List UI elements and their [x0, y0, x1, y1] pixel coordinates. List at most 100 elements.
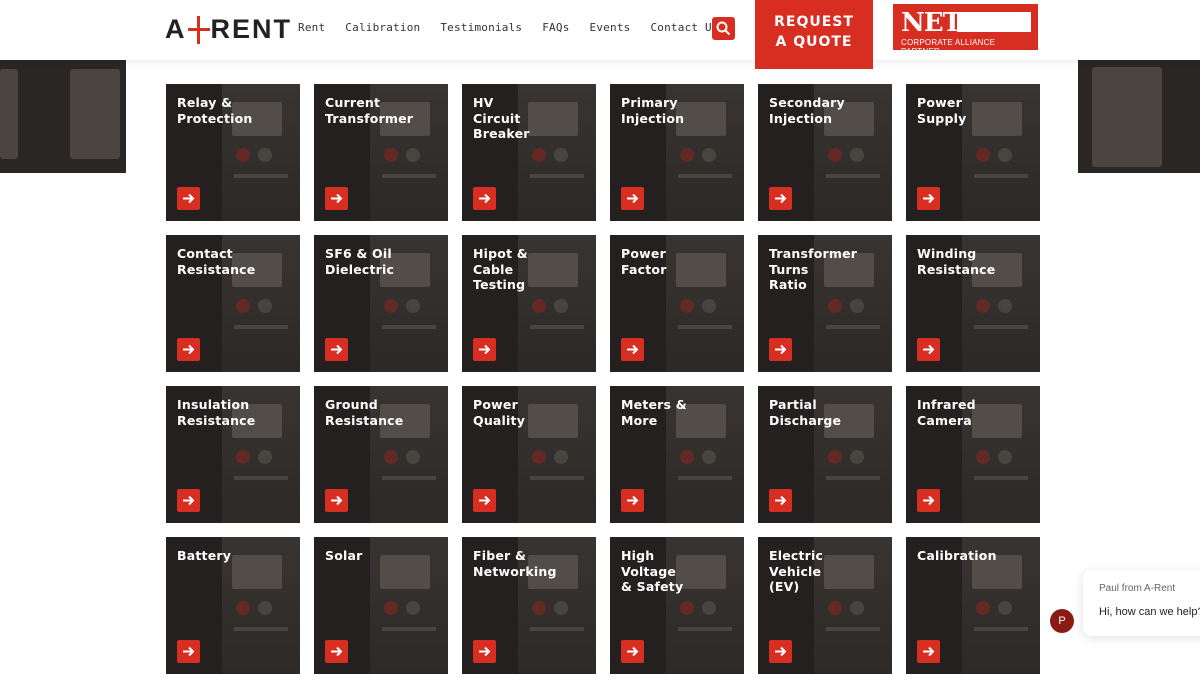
- category-tile[interactable]: SF6 & Oil Dielectric: [314, 235, 448, 372]
- neta-partner-badge[interactable]: NETA CORPORATE ALLIANCE PARTNER: [893, 4, 1038, 56]
- category-title: Primary Injection: [621, 95, 685, 126]
- category-title: Ground Resistance: [325, 397, 404, 428]
- arrow-right-icon: [775, 344, 787, 355]
- category-tile[interactable]: High Voltage & Safety: [610, 537, 744, 674]
- nav-events[interactable]: Events: [590, 21, 631, 34]
- equipment-panel: [0, 69, 18, 159]
- arrow-right-button[interactable]: [177, 640, 200, 663]
- equipment-category-grid: Relay & Protection Current Transformer HV …: [166, 84, 1040, 674]
- category-tile[interactable]: Infrared Camera: [906, 386, 1040, 523]
- category-tile[interactable]: Primary Injection: [610, 84, 744, 221]
- arrow-right-icon: [479, 193, 491, 204]
- nav-faqs[interactable]: FAQs: [542, 21, 569, 34]
- category-tile[interactable]: HV Circuit Breaker: [462, 84, 596, 221]
- category-title: Calibration: [917, 548, 997, 563]
- category-tile[interactable]: Insulation Resistance: [166, 386, 300, 523]
- category-tile[interactable]: Calibration: [906, 537, 1040, 674]
- arrow-right-button[interactable]: [917, 187, 940, 210]
- category-title: Hipot & Cable Testing: [473, 246, 528, 292]
- chat-message: Hi, how can we help?: [1099, 606, 1200, 618]
- category-tile[interactable]: Current Transformer: [314, 84, 448, 221]
- arrow-right-icon: [923, 646, 935, 657]
- arrow-right-button[interactable]: [917, 338, 940, 361]
- arrow-right-button[interactable]: [473, 187, 496, 210]
- arrow-right-icon: [331, 344, 343, 355]
- arrow-right-button[interactable]: [325, 489, 348, 512]
- arrow-right-button[interactable]: [473, 338, 496, 361]
- category-title: Power Supply: [917, 95, 967, 126]
- category-tile[interactable]: Partial Discharge: [758, 386, 892, 523]
- category-tile[interactable]: Fiber & Networking: [462, 537, 596, 674]
- nav-contact-us[interactable]: Contact Us: [650, 21, 718, 34]
- arrow-right-button[interactable]: [177, 489, 200, 512]
- category-title: Power Factor: [621, 246, 667, 277]
- arrow-right-button[interactable]: [621, 338, 644, 361]
- category-tile[interactable]: Winding Resistance: [906, 235, 1040, 372]
- category-title: Relay & Protection: [177, 95, 253, 126]
- request-quote-button[interactable]: REQUEST A QUOTE: [755, 0, 873, 69]
- category-title: Battery: [177, 548, 232, 563]
- category-title: Solar: [325, 548, 363, 563]
- chat-bubble[interactable]: Paul from A-Rent Hi, how can we help?: [1083, 570, 1200, 636]
- category-tile[interactable]: Secondary Injection: [758, 84, 892, 221]
- category-tile[interactable]: Contact Resistance: [166, 235, 300, 372]
- category-tile[interactable]: Hipot & Cable Testing: [462, 235, 596, 372]
- arrow-right-icon: [479, 344, 491, 355]
- category-tile[interactable]: Power Factor: [610, 235, 744, 372]
- category-title: Meters & More: [621, 397, 687, 428]
- arrow-right-button[interactable]: [177, 338, 200, 361]
- arrow-right-button[interactable]: [177, 187, 200, 210]
- nav-testimonials[interactable]: Testimonials: [440, 21, 522, 34]
- category-title: Insulation Resistance: [177, 397, 256, 428]
- category-title: Electric Vehicle (EV): [769, 548, 824, 594]
- arrow-right-button[interactable]: [621, 489, 644, 512]
- arrow-right-icon: [923, 193, 935, 204]
- category-tile[interactable]: Relay & Protection: [166, 84, 300, 221]
- arrow-right-icon: [479, 495, 491, 506]
- category-tile[interactable]: Battery: [166, 537, 300, 674]
- arrow-right-icon: [331, 193, 343, 204]
- category-tile[interactable]: Power Supply: [906, 84, 1040, 221]
- arrow-right-icon: [479, 646, 491, 657]
- arrow-right-icon: [183, 344, 195, 355]
- category-title: Contact Resistance: [177, 246, 256, 277]
- search-button[interactable]: [712, 17, 735, 40]
- arrow-right-icon: [627, 495, 639, 506]
- nav-calibration[interactable]: Calibration: [345, 21, 420, 34]
- category-tile[interactable]: Meters & More: [610, 386, 744, 523]
- arrow-right-button[interactable]: [325, 187, 348, 210]
- arrow-right-icon: [331, 495, 343, 506]
- arrow-right-button[interactable]: [917, 489, 940, 512]
- logo-text-rent: RENT: [210, 13, 292, 44]
- category-tile[interactable]: Transformer Turns Ratio: [758, 235, 892, 372]
- equipment-panel: [1092, 67, 1162, 167]
- logo-letter-a: A: [165, 13, 187, 44]
- category-tile[interactable]: Electric Vehicle (EV): [758, 537, 892, 674]
- arrow-right-icon: [775, 646, 787, 657]
- arrow-right-button[interactable]: [769, 489, 792, 512]
- arrow-right-button[interactable]: [621, 187, 644, 210]
- arrow-right-button[interactable]: [621, 640, 644, 663]
- chat-avatar[interactable]: P: [1050, 609, 1074, 633]
- arrow-right-icon: [775, 495, 787, 506]
- arrow-right-button[interactable]: [917, 640, 940, 663]
- category-tile[interactable]: Power Quality: [462, 386, 596, 523]
- category-tile[interactable]: Solar: [314, 537, 448, 674]
- arrow-right-icon: [183, 646, 195, 657]
- arrow-right-icon: [183, 193, 195, 204]
- equipment-panel: [70, 69, 120, 159]
- arrow-right-icon: [775, 193, 787, 204]
- arrow-right-button[interactable]: [473, 489, 496, 512]
- arrow-right-button[interactable]: [325, 640, 348, 663]
- nav-rent[interactable]: Rent: [298, 21, 325, 34]
- arrow-right-button[interactable]: [769, 338, 792, 361]
- arrow-right-button[interactable]: [473, 640, 496, 663]
- arrow-right-button[interactable]: [769, 640, 792, 663]
- arrow-right-icon: [331, 646, 343, 657]
- category-title: Transformer Turns Ratio: [769, 246, 858, 292]
- side-image-right: [1078, 59, 1200, 173]
- arent-logo[interactable]: A RENT: [165, 12, 292, 46]
- arrow-right-button[interactable]: [325, 338, 348, 361]
- category-tile[interactable]: Ground Resistance: [314, 386, 448, 523]
- arrow-right-button[interactable]: [769, 187, 792, 210]
